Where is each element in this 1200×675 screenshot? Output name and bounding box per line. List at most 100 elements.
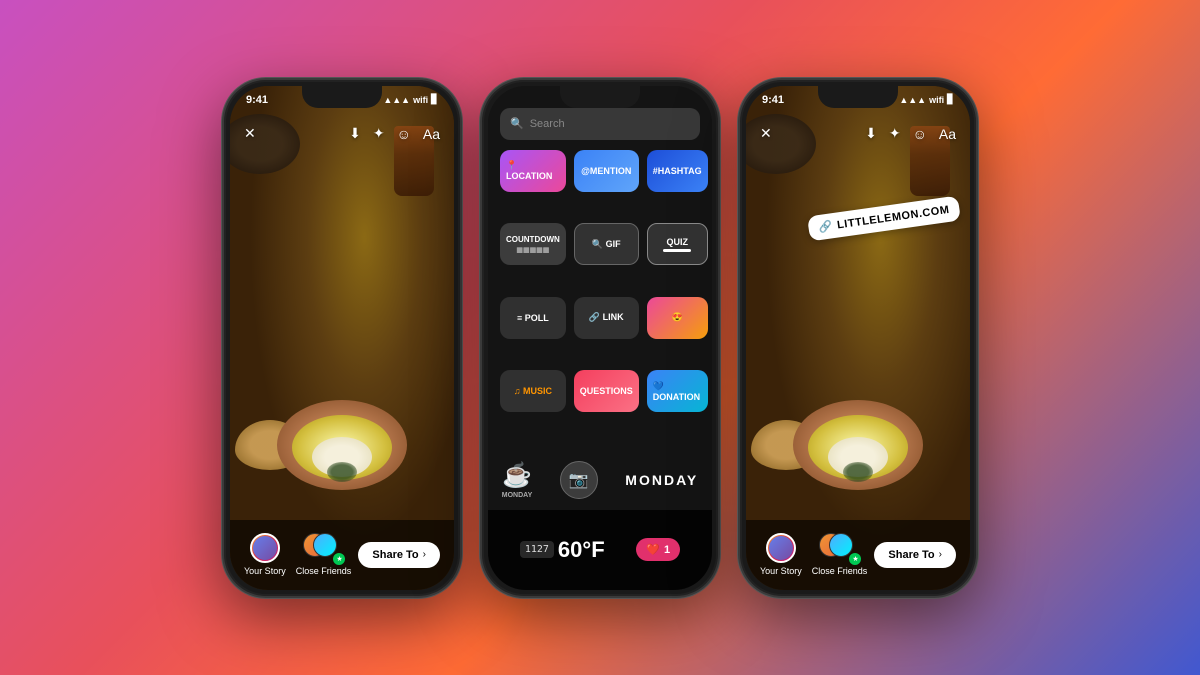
sticker-icon-right[interactable]: ☺: [913, 126, 927, 142]
share-button-text-left: Share To: [372, 549, 418, 561]
close-button-right[interactable]: ✕: [760, 125, 772, 142]
share-button-arrow-left: ›: [423, 549, 426, 560]
food-white-center: [312, 437, 372, 477]
close-friends-option-left[interactable]: ★ Close Friends: [296, 533, 352, 576]
your-story-avatar-left: [250, 533, 280, 563]
phone-right-inner: 🔗 LITTLELEMON.COM 9:41 ▲▲▲ wifi ▊ ✕ ⬇ ✦ …: [746, 86, 970, 590]
top-toolbar-left: ✕ ⬇ ✦ ☺ Aa: [230, 114, 454, 154]
battery-icon: ▊: [431, 94, 438, 105]
temp-digits: 1127: [520, 541, 554, 558]
close-friends-avatar-wrapper-right: ★: [819, 533, 859, 563]
download-icon-left[interactable]: ⬇: [349, 125, 361, 142]
avatar-2-right: [829, 533, 853, 557]
close-friends-label-right: Close Friends: [812, 566, 868, 576]
close-friends-option-right[interactable]: ★ Close Friends: [812, 533, 868, 576]
notch-right: [818, 86, 898, 108]
time-right: 9:41: [762, 94, 784, 106]
sticker-quiz[interactable]: QUIZ: [647, 223, 708, 265]
phone-middle: 🔍 Search 📍 LOCATION @MENTION #HASHTAG CO…: [480, 78, 720, 598]
sticker-hashtag[interactable]: #HASHTAG: [647, 150, 708, 192]
like-count: 1: [664, 544, 670, 556]
food-bowl: [277, 400, 407, 490]
time-left: 9:41: [246, 94, 268, 106]
your-story-avatar-inner-right: [769, 536, 793, 560]
phone-left: 9:41 ▲▲▲ wifi ▊ ✕ ⬇ ✦ ☺ Aa: [222, 78, 462, 598]
phone-middle-inner: 🔍 Search 📍 LOCATION @MENTION #HASHTAG CO…: [488, 86, 712, 590]
link-icon-right: 🔗: [818, 219, 833, 234]
phones-container: 9:41 ▲▲▲ wifi ▊ ✕ ⬇ ✦ ☺ Aa: [0, 0, 1200, 675]
move-icon-right[interactable]: ✦: [889, 125, 901, 142]
camera-icon: 📷: [569, 470, 589, 490]
avatar-2-left: [313, 533, 337, 557]
your-story-avatar-right: [766, 533, 796, 563]
close-button-left[interactable]: ✕: [244, 125, 256, 142]
wifi-icon: wifi: [413, 95, 428, 105]
camera-sticker[interactable]: 📷: [560, 461, 598, 499]
sticker-search-bar[interactable]: 🔍 Search: [500, 108, 700, 140]
phone-left-inner: 9:41 ▲▲▲ wifi ▊ ✕ ⬇ ✦ ☺ Aa: [230, 86, 454, 590]
temperature-widget[interactable]: 1127 60°F: [520, 537, 605, 563]
search-placeholder-middle: Search: [530, 118, 565, 130]
move-icon-left[interactable]: ✦: [373, 125, 385, 142]
food-herbs: [327, 462, 357, 482]
bottom-bar-right: Your Story ★ Close Friends: [746, 520, 970, 590]
your-story-option-right[interactable]: Your Story: [760, 533, 802, 576]
sticker-link[interactable]: 🔗 LINK: [574, 297, 639, 339]
notch-middle: [560, 86, 640, 108]
sticker-emoji-slider[interactable]: 😍: [647, 297, 708, 339]
food-bowl-right: [793, 400, 923, 490]
share-button-arrow-right: ›: [939, 549, 942, 560]
share-button-text-right: Share To: [888, 549, 934, 561]
toolbar-icons-right-left: ⬇ ✦ ☺ Aa: [349, 125, 440, 142]
notch-left: [302, 86, 382, 108]
food-bowl-inner-right: [808, 415, 908, 480]
bottom-bar-left: Your Story ★ Close Friends: [230, 520, 454, 590]
share-button-right[interactable]: Share To ›: [874, 542, 956, 568]
story-options-right: Your Story ★ Close Friends: [760, 533, 867, 576]
sticker-mention[interactable]: @MENTION: [574, 150, 639, 192]
toolbar-icons-right-right: ⬇ ✦ ☺ Aa: [865, 125, 956, 142]
food-bowl-inner: [292, 415, 392, 480]
sticker-poll[interactable]: ≡ POLL: [500, 297, 566, 339]
sticker-gif[interactable]: 🔍 GIF: [574, 223, 639, 265]
food-background-left: [230, 86, 454, 590]
monday-emoji-sticker[interactable]: ☕ MONDAY: [502, 461, 532, 499]
text-icon-left[interactable]: Aa: [423, 126, 440, 142]
bottom-widgets-middle: 1127 60°F ❤️ 1: [488, 510, 712, 590]
search-icon-middle: 🔍: [510, 117, 524, 130]
phone-right: 🔗 LITTLELEMON.COM 9:41 ▲▲▲ wifi ▊ ✕ ⬇ ✦ …: [738, 78, 978, 598]
bottom-sticker-row: ☕ MONDAY 📷 MONDAY: [488, 450, 712, 510]
status-icons-right: ▲▲▲ wifi ▊: [899, 94, 954, 105]
your-story-label-right: Your Story: [760, 566, 802, 576]
sticker-donation[interactable]: 💙 DONATION: [647, 370, 708, 412]
temp-value: 60°F: [558, 537, 605, 563]
monday-text-sticker[interactable]: MONDAY: [625, 472, 698, 488]
your-story-avatar-inner: [253, 536, 277, 560]
signal-icon-right: ▲▲▲: [899, 95, 926, 105]
signal-icon: ▲▲▲: [383, 95, 410, 105]
your-story-option-left[interactable]: Your Story: [244, 533, 286, 576]
your-story-label-left: Your Story: [244, 566, 286, 576]
star-badge-right: ★: [849, 553, 861, 565]
share-button-left[interactable]: Share To ›: [358, 542, 440, 568]
star-badge-left: ★: [333, 553, 345, 565]
sticker-location[interactable]: 📍 LOCATION: [500, 150, 566, 192]
heart-icon: ❤️: [646, 543, 660, 556]
download-icon-right[interactable]: ⬇: [865, 125, 877, 142]
food-herbs-right: [843, 462, 873, 482]
battery-icon-right: ▊: [947, 94, 954, 105]
top-toolbar-right: ✕ ⬇ ✦ ☺ Aa: [746, 114, 970, 154]
status-icons-left: ▲▲▲ wifi ▊: [383, 94, 438, 105]
text-icon-right[interactable]: Aa: [939, 126, 956, 142]
food-background-right: [746, 86, 970, 590]
sticker-icon-left[interactable]: ☺: [397, 126, 411, 142]
story-options-left: Your Story ★ Close Friends: [244, 533, 351, 576]
close-friends-avatar-wrapper-left: ★: [303, 533, 343, 563]
food-white-center-right: [828, 437, 888, 477]
sticker-music[interactable]: ♫ MUSIC: [500, 370, 566, 412]
like-badge[interactable]: ❤️ 1: [636, 538, 680, 561]
close-friends-label-left: Close Friends: [296, 566, 352, 576]
wifi-icon-right: wifi: [929, 95, 944, 105]
sticker-countdown[interactable]: COUNTDOWN▦▦▦▦▦: [500, 223, 566, 265]
sticker-questions[interactable]: QUESTIONS: [574, 370, 639, 412]
